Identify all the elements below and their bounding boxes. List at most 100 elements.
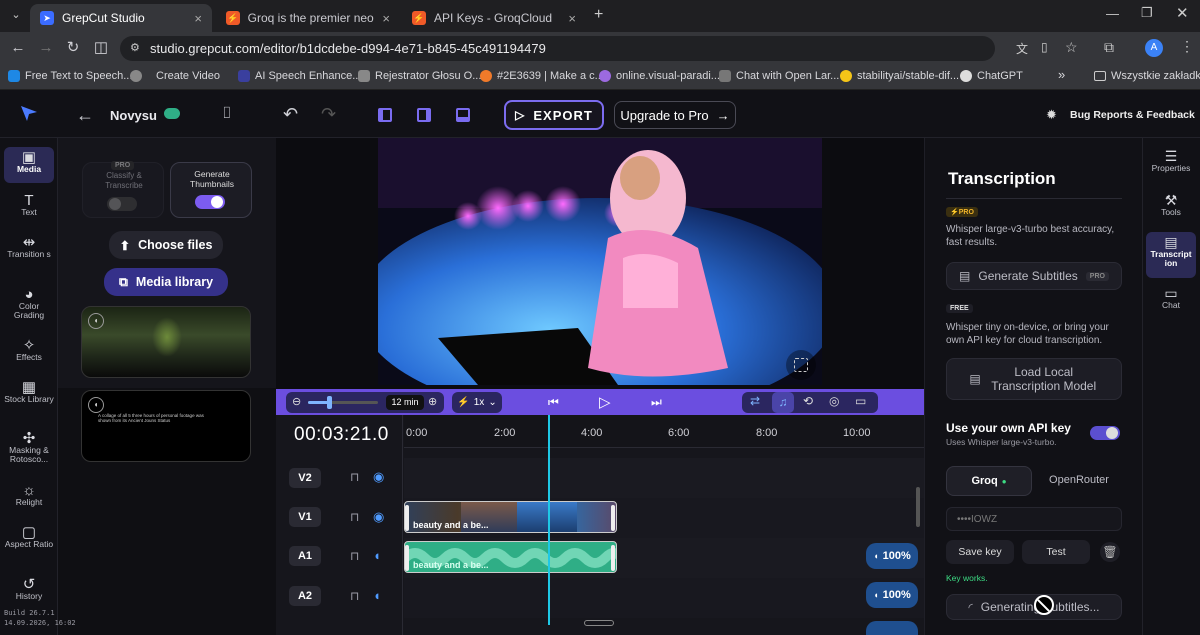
lock-icon[interactable]: ⊓ bbox=[350, 510, 359, 524]
bug-report-link[interactable]: Bug Reports & Feedback bbox=[1070, 109, 1195, 121]
sidebar-item-transitions[interactable]: ⇹ Transition s bbox=[4, 235, 54, 259]
loop-icon[interactable]: ⇄ bbox=[750, 394, 760, 408]
magnet-icon[interactable]: ⟲ bbox=[803, 394, 813, 408]
close-tab-icon[interactable]: × bbox=[382, 11, 390, 26]
media-clip-thumbnail[interactable]: ◖ bbox=[81, 306, 251, 378]
sidebar-item-media[interactable]: ▣ Media bbox=[4, 147, 54, 183]
close-tab-icon[interactable]: × bbox=[194, 11, 202, 26]
snap-music-icon[interactable]: ♫ bbox=[772, 392, 794, 413]
toggle-right-panel-icon[interactable] bbox=[417, 108, 431, 122]
play-button[interactable]: ▷ bbox=[599, 393, 611, 411]
zoom-in-icon[interactable]: ⊕ bbox=[428, 395, 437, 408]
lock-icon[interactable]: ⊓ bbox=[350, 549, 359, 563]
camera-icon[interactable]: ⌷ bbox=[222, 105, 232, 123]
bookmark-item[interactable]: Create Video bbox=[130, 70, 220, 82]
sidebar-item-stock-library[interactable]: ▦ Stock Library bbox=[4, 380, 54, 404]
split-view-icon[interactable]: ◫ bbox=[91, 38, 111, 58]
sidebar-item-effects[interactable]: ✧ Effects bbox=[4, 338, 54, 362]
sidebar-item-tools[interactable]: ⚒ Tools bbox=[1146, 193, 1196, 217]
browser-tab-grepcut[interactable]: ➤ GrepCut Studio × bbox=[30, 4, 212, 32]
fullscreen-icon[interactable] bbox=[794, 358, 808, 372]
vertical-scrollbar[interactable] bbox=[916, 487, 920, 527]
track-volume-a3[interactable] bbox=[866, 621, 918, 635]
toggle-left-panel-icon[interactable] bbox=[378, 108, 392, 122]
sidebar-item-aspect-ratio[interactable]: ▢ Aspect Ratio bbox=[4, 525, 54, 549]
clip-trim-handle-right[interactable] bbox=[611, 545, 615, 571]
track-volume-a2[interactable]: ◖ 100% bbox=[866, 582, 918, 608]
back-arrow-icon[interactable]: ← bbox=[76, 105, 94, 126]
browser-menu-icon[interactable]: ⋮ bbox=[1180, 38, 1194, 55]
test-button[interactable]: Test bbox=[1022, 540, 1090, 564]
horizontal-scrollbar[interactable] bbox=[584, 620, 614, 626]
redo-icon[interactable]: ↷ bbox=[321, 104, 336, 125]
sidebar-item-color-grading[interactable]: ◕ Color Grading bbox=[4, 287, 54, 320]
zoom-slider-track[interactable] bbox=[308, 396, 378, 409]
address-bar[interactable]: ⚙ studio.grepcut.com/editor/b1dcdebe-d99… bbox=[120, 36, 1078, 61]
new-tab-button[interactable]: + bbox=[594, 6, 603, 24]
bookmarks-folder[interactable]: Wszystkie zakładki bbox=[1094, 70, 1200, 82]
forward-icon[interactable]: → bbox=[36, 38, 56, 58]
speaker-icon[interactable]: ◖ bbox=[373, 588, 381, 603]
save-key-button[interactable]: Save key bbox=[946, 540, 1014, 564]
zoom-slider-handle[interactable] bbox=[327, 396, 332, 409]
sidebar-item-transcription[interactable]: ▤ Transcript ion bbox=[1146, 232, 1196, 278]
skip-back-icon[interactable]: ⏮ bbox=[548, 395, 559, 410]
classify-toggle[interactable] bbox=[107, 197, 137, 211]
grepcut-logo-icon[interactable] bbox=[20, 104, 38, 122]
back-icon[interactable]: ← bbox=[8, 38, 28, 58]
provider-groq-tab[interactable]: Groq ● bbox=[946, 466, 1032, 496]
bookmark-item[interactable]: Free Text to Speech... bbox=[8, 70, 132, 82]
eye-icon[interactable]: ◉ bbox=[373, 509, 384, 525]
media-clip-thumbnail[interactable]: ◖ A collage of all 5 three hours of pers… bbox=[81, 390, 251, 462]
bookmark-item[interactable]: online.visual-paradi... bbox=[599, 70, 720, 82]
page-icon[interactable]: ▯ bbox=[1041, 40, 1048, 54]
video-clip[interactable]: beauty and a be... bbox=[404, 501, 617, 533]
lock-icon[interactable]: ⊓ bbox=[350, 589, 359, 603]
undo-icon[interactable]: ↶ bbox=[283, 104, 298, 125]
choose-files-button[interactable]: ⬆ Choose files bbox=[109, 231, 223, 259]
thumbnails-toggle[interactable] bbox=[195, 195, 225, 209]
close-window-icon[interactable]: ✕ bbox=[1176, 4, 1189, 22]
bookmark-item[interactable]: AI Speech Enhance... bbox=[238, 70, 361, 82]
bookmark-item[interactable]: #2E3639 | Make a c... bbox=[480, 70, 604, 82]
skip-forward-icon[interactable]: ⏭ bbox=[651, 395, 662, 410]
speaker-icon[interactable]: ◖ bbox=[373, 548, 381, 563]
upgrade-to-pro-button[interactable]: Upgrade to Pro → bbox=[614, 101, 736, 129]
clip-trim-handle-left[interactable] bbox=[405, 545, 409, 571]
sidebar-item-history[interactable]: ↺ History bbox=[4, 577, 54, 601]
reload-icon[interactable]: ↻ bbox=[63, 38, 83, 58]
bookmark-item[interactable]: stabilityai/stable-dif... bbox=[840, 70, 959, 82]
bookmark-item[interactable]: ChatGPT bbox=[960, 70, 1023, 82]
track-volume-a1[interactable]: ◖ 100% bbox=[866, 543, 918, 569]
close-tab-icon[interactable]: × bbox=[568, 11, 576, 26]
lock-icon[interactable]: ⊓ bbox=[350, 470, 359, 484]
media-library-button[interactable]: ⧉ Media library bbox=[104, 268, 228, 296]
extensions-icon[interactable]: ⧉ bbox=[1104, 39, 1114, 56]
speed-control[interactable]: ⚡ 1x ⌄ bbox=[452, 392, 502, 413]
translate-icon[interactable]: 文 bbox=[1016, 40, 1028, 57]
audio-clip[interactable]: beauty and a be... bbox=[404, 541, 617, 573]
sidebar-item-chat[interactable]: ▭ Chat bbox=[1146, 286, 1196, 310]
site-info-icon[interactable]: ⚙ bbox=[130, 41, 140, 54]
own-key-toggle[interactable] bbox=[1090, 426, 1120, 440]
zoom-out-icon[interactable]: ⊖ bbox=[292, 395, 301, 408]
video-preview[interactable] bbox=[378, 138, 822, 385]
sidebar-item-relight[interactable]: ☼ Relight bbox=[4, 483, 54, 507]
minimize-window-icon[interactable]: — bbox=[1106, 6, 1119, 21]
profile-avatar[interactable]: A bbox=[1145, 39, 1163, 57]
tab-search-icon[interactable]: ⌄ bbox=[8, 8, 24, 24]
load-local-model-button[interactable]: ▤ Load Local Transcription Model bbox=[946, 358, 1122, 400]
api-key-input[interactable]: ••••IOWZ bbox=[946, 507, 1122, 531]
bookmark-star-icon[interactable]: ☆ bbox=[1065, 39, 1078, 56]
bookmarks-overflow[interactable]: » bbox=[1058, 67, 1065, 82]
browser-tab-groq[interactable]: ⚡ Groq is the premier neocloud f... × bbox=[216, 4, 400, 32]
provider-openrouter-tab[interactable]: OpenRouter bbox=[1036, 474, 1122, 486]
sidebar-item-masking[interactable]: ✣ Masking & Rotosco... bbox=[4, 431, 54, 464]
clip-trim-handle-right[interactable] bbox=[611, 505, 615, 531]
toggle-view-icon[interactable]: ▭ bbox=[855, 394, 866, 408]
clip-trim-handle-left[interactable] bbox=[405, 505, 409, 531]
playhead[interactable] bbox=[548, 415, 550, 625]
generate-subtitles-button[interactable]: ▤ Generate Subtitles PRO bbox=[946, 262, 1122, 290]
sidebar-item-properties[interactable]: ☰ Properties bbox=[1146, 149, 1196, 173]
export-button[interactable]: ▷ EXPORT bbox=[504, 100, 604, 130]
